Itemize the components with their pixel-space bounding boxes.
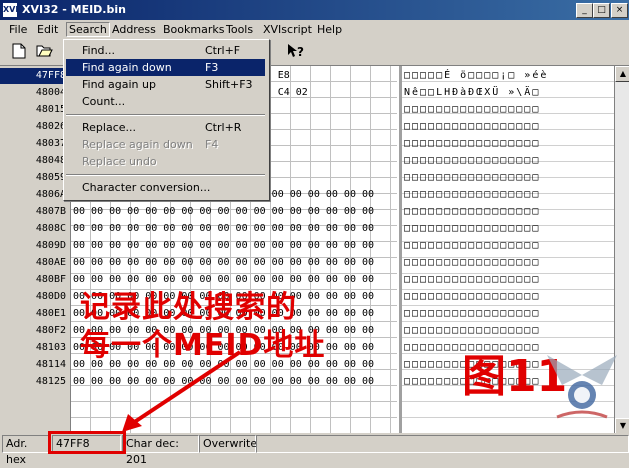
watermark-logo-icon (547, 355, 617, 419)
annotation-line-2: 每一个MEID地址 (80, 328, 326, 363)
